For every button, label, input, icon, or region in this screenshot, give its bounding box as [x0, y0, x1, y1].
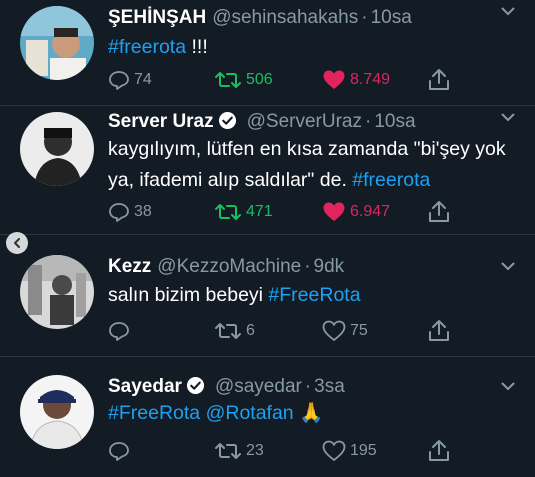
- user-handle[interactable]: @KezzoMachine: [157, 256, 301, 277]
- tweet-actions: 38 471 6.947: [108, 200, 528, 224]
- retweet-icon: [215, 72, 241, 88]
- chevron-down-icon[interactable]: [499, 2, 517, 20]
- like-button[interactable]: 195: [322, 439, 377, 463]
- tweet-header: ŞEHİNŞAH @sehinsahakahs · 10sa: [108, 6, 491, 30]
- reply-icon: [109, 442, 129, 461]
- retweet-button[interactable]: 471: [214, 200, 273, 224]
- tweet-actions: 74 506 8.749: [108, 68, 528, 92]
- avatar[interactable]: [20, 255, 94, 329]
- display-name[interactable]: ŞEHİNŞAH: [108, 7, 206, 28]
- tweet[interactable]: ŞEHİNŞAH @sehinsahakahs · 10sa #freerota !!…: [0, 0, 535, 106]
- reply-button[interactable]: 38: [108, 200, 152, 224]
- share-button[interactable]: [428, 200, 454, 224]
- display-name[interactable]: Sayedar: [108, 376, 182, 397]
- tweet-text: #FreeRota @Rotafan 🙏: [108, 398, 519, 429]
- share-icon: [429, 201, 449, 222]
- mention-link[interactable]: @Rotafan: [206, 402, 294, 424]
- reply-count: 74: [134, 71, 152, 88]
- retweet-count: 506: [246, 71, 273, 88]
- reply-icon: [109, 71, 129, 90]
- heart-icon: [323, 70, 345, 89]
- tweet[interactable]: Sayedar @sayedar · 3sa #FreeRota @Rotafan 🙏…: [0, 357, 535, 477]
- tweet[interactable]: Kezz @KezzoMachine · 9dk salın bizim bebeyi…: [0, 235, 535, 357]
- reply-button[interactable]: [108, 319, 134, 343]
- retweet-button[interactable]: 23: [214, 439, 264, 463]
- retweet-button[interactable]: 6: [214, 319, 255, 343]
- chevron-down-icon[interactable]: [499, 108, 517, 126]
- share-button[interactable]: [428, 68, 454, 92]
- separator-dot: ·: [365, 111, 372, 132]
- avatar[interactable]: [20, 6, 94, 80]
- share-icon: [429, 320, 449, 341]
- tweet-actions: 6 75: [108, 319, 528, 343]
- retweet-icon: [215, 443, 241, 459]
- share-icon: [429, 69, 449, 90]
- share-button[interactable]: [428, 319, 454, 343]
- separator-dot: ·: [361, 7, 368, 28]
- retweet-count: 471: [246, 203, 273, 220]
- timeline-feed: ŞEHİNŞAH @sehinsahakahs · 10sa #freerota !!…: [0, 0, 535, 477]
- reply-icon: [109, 203, 129, 222]
- like-count: 6.947: [350, 203, 391, 220]
- retweet-icon: [215, 323, 241, 339]
- tweet-text-plain: kaygılıyım, lütfen en kısa zamanda "bi'ş…: [108, 138, 506, 191]
- avatar[interactable]: [20, 112, 94, 186]
- heart-icon: [322, 320, 346, 342]
- verified-badge-icon: [186, 376, 205, 395]
- separator-dot: ·: [304, 376, 312, 397]
- like-count: 75: [350, 322, 368, 339]
- user-handle[interactable]: @sayedar: [215, 376, 302, 397]
- tweet-header: Server Uraz @ServerUraz · 10sa: [108, 110, 491, 134]
- share-icon: [429, 440, 449, 461]
- share-button[interactable]: [428, 439, 454, 463]
- folded-hands-emoji: 🙏: [299, 402, 324, 424]
- chevron-down-icon[interactable]: [499, 257, 517, 275]
- chevron-down-icon[interactable]: [499, 377, 517, 395]
- like-button[interactable]: 75: [322, 319, 368, 343]
- tweet-timestamp[interactable]: 9dk: [314, 256, 345, 277]
- like-count: 8.749: [350, 71, 391, 88]
- hashtag-link[interactable]: #freerota: [352, 169, 430, 191]
- hashtag-link[interactable]: #freerota: [108, 36, 186, 58]
- like-count: 195: [350, 442, 377, 459]
- tweet-text-suffix: !!!: [186, 36, 208, 58]
- tweet-text: kaygılıyım, lütfen en kısa zamanda "bi'ş…: [108, 134, 519, 196]
- verified-badge-icon: [218, 111, 236, 130]
- tweet-actions: 23 195: [108, 439, 528, 463]
- heart-icon: [323, 202, 345, 221]
- display-name[interactable]: Server Uraz: [108, 111, 214, 132]
- reply-icon: [109, 322, 129, 341]
- like-button[interactable]: 8.749: [322, 68, 390, 92]
- tweet[interactable]: Server Uraz @ServerUraz · 10sa kaygılıyım, …: [0, 106, 535, 235]
- reply-button[interactable]: 74: [108, 68, 152, 92]
- retweet-count: 6: [246, 322, 255, 339]
- chevron-left-icon: [14, 238, 20, 248]
- user-handle[interactable]: @ServerUraz: [247, 111, 362, 132]
- heart-icon: [322, 440, 346, 462]
- tweet-text: salın bizim bebeyi #FreeRota: [108, 280, 519, 311]
- separator-dot: ·: [304, 256, 311, 277]
- scroll-back-button[interactable]: [6, 232, 28, 254]
- hashtag-link[interactable]: #FreeRota: [268, 284, 360, 306]
- tweet-timestamp[interactable]: 10sa: [371, 7, 412, 28]
- like-button[interactable]: 6.947: [322, 200, 390, 224]
- tweet-text: #freerota !!!: [108, 32, 519, 63]
- tweet-timestamp[interactable]: 3sa: [314, 376, 345, 397]
- tweet-header: Kezz @KezzoMachine · 9dk: [108, 255, 491, 279]
- reply-button[interactable]: [108, 439, 134, 463]
- display-name[interactable]: Kezz: [108, 256, 151, 277]
- avatar[interactable]: [20, 375, 94, 449]
- reply-count: 38: [134, 203, 152, 220]
- tweet-timestamp[interactable]: 10sa: [374, 111, 415, 132]
- retweet-button[interactable]: 506: [214, 68, 273, 92]
- tweet-header: Sayedar @sayedar · 3sa: [108, 375, 491, 399]
- retweet-count: 23: [246, 442, 264, 459]
- retweet-icon: [215, 204, 241, 220]
- user-handle[interactable]: @sehinsahakahs: [212, 7, 358, 28]
- tweet-text-plain: salın bizim bebeyi: [108, 284, 269, 306]
- hashtag-link[interactable]: #FreeRota: [108, 402, 200, 424]
